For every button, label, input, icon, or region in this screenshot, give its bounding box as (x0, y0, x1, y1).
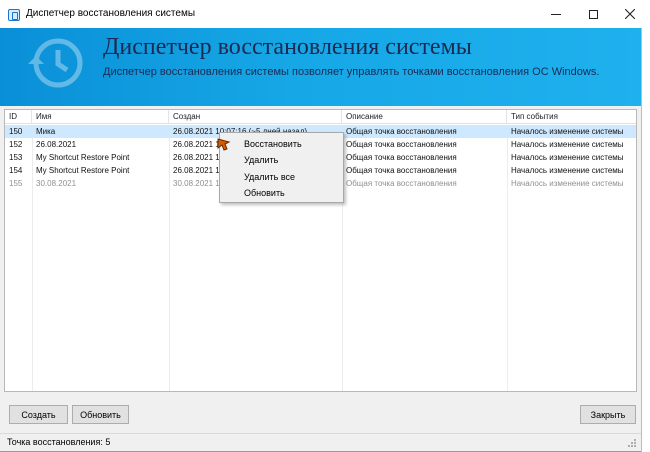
cell-event-type: Началось изменение системы (511, 166, 624, 175)
cell-name: 26.08.2021 (36, 140, 77, 149)
close-button[interactable]: Закрыть (580, 405, 636, 424)
cell-created: 26.08.2021 1 (173, 166, 220, 175)
table-header: ID Имя Создан Описание Тип события (5, 110, 636, 124)
cell-name: Мика (36, 127, 56, 136)
cell-name: My Shortcut Restore Point (36, 166, 130, 175)
menu-item-delete[interactable]: Удалить (244, 152, 278, 168)
maximize-button[interactable] (575, 0, 611, 28)
restore-clock-icon (28, 38, 83, 88)
cell-name: My Shortcut Restore Point (36, 153, 130, 162)
close-icon (625, 9, 635, 19)
cell-id: 153 (9, 153, 23, 162)
cell-description: Общая точка восстановления (346, 179, 457, 188)
column-header-event-type[interactable]: Тип события (507, 110, 636, 124)
cell-created: 30.08.2021 1 (173, 179, 220, 188)
cell-id: 152 (9, 140, 23, 149)
cell-description: Общая точка восстановления (346, 153, 457, 162)
window-title: Диспетчер восстановления системы (26, 8, 196, 19)
cell-event-type: Началось изменение системы (511, 127, 624, 136)
refresh-button[interactable]: Обновить (72, 405, 129, 424)
cell-id: 155 (9, 179, 23, 188)
title-bar[interactable]: Диспетчер восстановления системы (0, 0, 650, 28)
cell-id: 150 (9, 127, 23, 136)
background-window-edge (641, 28, 650, 452)
column-header-id[interactable]: ID (5, 110, 32, 124)
menu-item-refresh[interactable]: Обновить (244, 185, 285, 201)
menu-item-restore[interactable]: Восстановить (244, 136, 302, 152)
header-banner: Диспетчер восстановления системы Диспетч… (0, 28, 641, 106)
cell-event-type: Началось изменение системы (511, 153, 624, 162)
banner-title: Диспетчер восстановления системы (103, 34, 472, 60)
minimize-button[interactable] (538, 0, 574, 28)
column-header-description[interactable]: Описание (342, 110, 507, 124)
cell-event-type: Началось изменение системы (511, 140, 624, 149)
status-text: Точка восстановления: 5 (7, 437, 111, 447)
cell-description: Общая точка восстановления (346, 127, 457, 136)
close-window-button[interactable] (612, 0, 648, 28)
resize-grip-icon[interactable] (627, 438, 637, 448)
column-header-created[interactable]: Создан (169, 110, 342, 124)
cell-id: 154 (9, 166, 23, 175)
cell-event-type: Началось изменение системы (511, 179, 624, 188)
cell-description: Общая точка восстановления (346, 140, 457, 149)
status-bar: Точка восстановления: 5 (0, 433, 641, 451)
column-header-name[interactable]: Имя (32, 110, 169, 124)
cell-description: Общая точка восстановления (346, 166, 457, 175)
context-menu: Восстановить Удалить Удалить все Обновит… (219, 132, 344, 203)
cursor-icon (217, 138, 231, 151)
minimize-icon (551, 13, 561, 15)
maximize-icon (588, 9, 598, 19)
banner-subtitle: Диспетчер восстановления системы позволя… (103, 66, 600, 78)
app-icon (8, 9, 20, 21)
menu-item-delete-all[interactable]: Удалить все (244, 169, 295, 185)
restore-manager-window: Диспетчер восстановления системы Диспетч… (0, 0, 650, 452)
cell-name: 30.08.2021 (36, 179, 77, 188)
create-button[interactable]: Создать (9, 405, 68, 424)
cell-created: 26.08.2021 1 (173, 153, 220, 162)
